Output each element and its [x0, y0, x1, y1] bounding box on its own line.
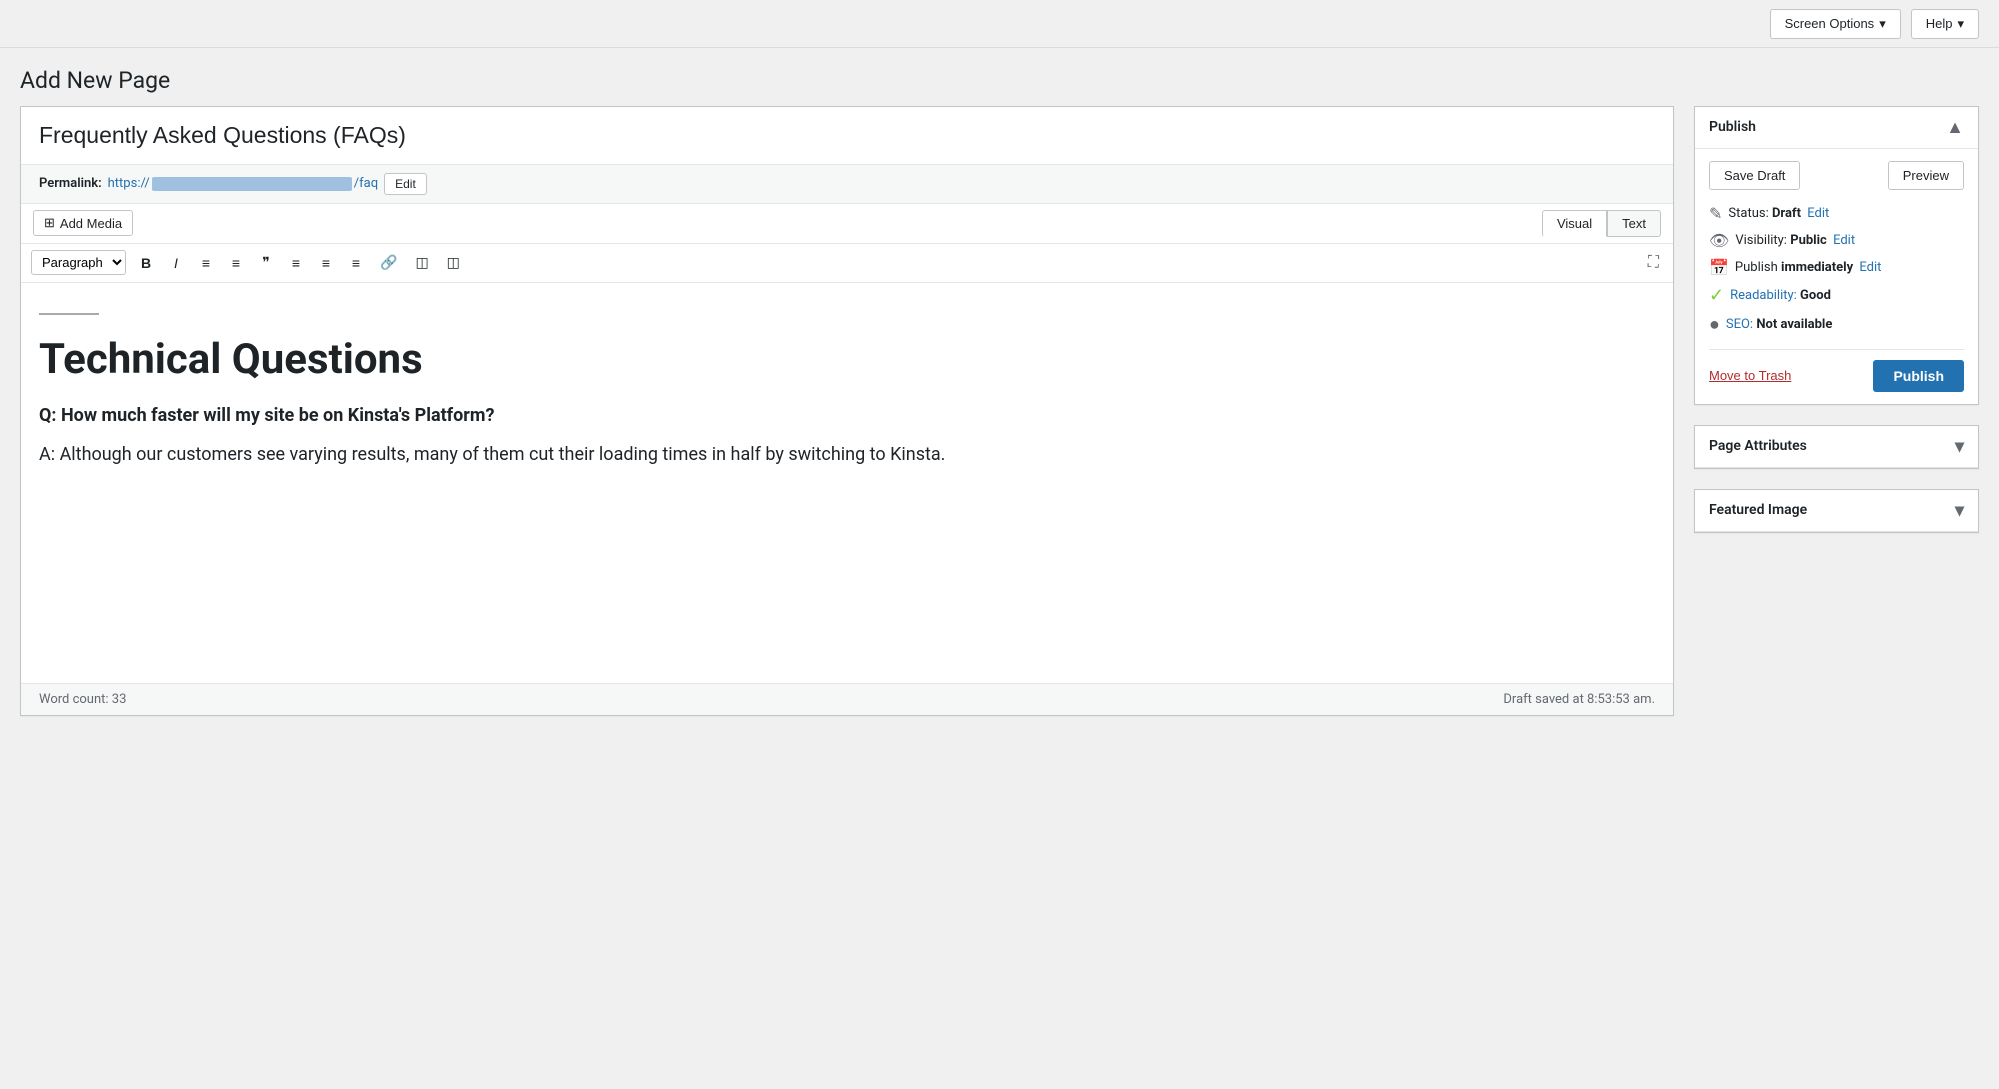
- status-value: Draft: [1772, 206, 1801, 221]
- screen-options-label: Screen Options: [1785, 16, 1875, 31]
- readability-value: Good: [1800, 288, 1831, 303]
- permalink-edit-button[interactable]: Edit: [384, 173, 427, 195]
- word-count: Word count: 33: [39, 692, 126, 707]
- page-title: Add New Page: [20, 66, 1979, 96]
- editor-content[interactable]: Technical Questions Q: How much faster w…: [21, 283, 1673, 683]
- fullscreen-button[interactable]: ⛶: [1644, 250, 1663, 276]
- link-button[interactable]: 🔗: [372, 249, 405, 277]
- publish-immediately-value: immediately: [1781, 260, 1853, 275]
- bold-button[interactable]: B: [132, 249, 160, 277]
- content-question: Q: How much faster will my site be on Ki…: [39, 405, 1655, 426]
- publish-actions-row: Save Draft Preview: [1709, 161, 1964, 190]
- permalink-label: Permalink:: [39, 176, 102, 191]
- publish-bottom-row: Move to Trash Publish: [1709, 349, 1964, 392]
- page-attributes-panel: Page Attributes ▾: [1694, 425, 1979, 469]
- featured-image-panel: Featured Image ▾: [1694, 489, 1979, 533]
- publish-panel-chevron: ▲: [1946, 117, 1964, 138]
- kitchen-sink-button[interactable]: ◫: [439, 249, 468, 277]
- publish-time-edit-link[interactable]: Edit: [1859, 260, 1881, 275]
- align-right-button[interactable]: ≡: [342, 249, 370, 277]
- seo-value: Not available: [1756, 317, 1832, 332]
- status-icon: ✎: [1709, 204, 1722, 223]
- visibility-row: 👁 Visibility: Public Edit: [1709, 231, 1964, 250]
- align-center-button[interactable]: ≡: [312, 249, 340, 277]
- page-attributes-chevron: ▾: [1955, 436, 1964, 457]
- chevron-down-icon: ▾: [1957, 16, 1964, 32]
- italic-button[interactable]: I: [162, 249, 190, 277]
- add-media-icon: ⊞: [44, 215, 55, 231]
- editor-footer: Word count: 33 Draft saved at 8:53:53 am…: [21, 683, 1673, 715]
- page-attributes-header[interactable]: Page Attributes ▾: [1695, 426, 1978, 468]
- readability-link[interactable]: Readability:: [1730, 288, 1797, 303]
- publish-panel-header[interactable]: Publish ▲: [1695, 107, 1978, 149]
- main-layout: Permalink: https:///faq Edit ⊞ Add Media…: [0, 106, 1999, 736]
- publish-when-label: Publish: [1735, 260, 1778, 275]
- top-bar: Screen Options ▾ Help ▾: [0, 0, 1999, 48]
- align-left-button[interactable]: ≡: [282, 249, 310, 277]
- visibility-label: Visibility:: [1735, 233, 1787, 248]
- move-to-trash-button[interactable]: Move to Trash: [1709, 368, 1791, 383]
- content-heading: Technical Questions: [39, 335, 1655, 385]
- seo-row: ● SEO: Not available: [1709, 314, 1964, 335]
- seo-icon: ●: [1709, 314, 1720, 335]
- visibility-value: Public: [1790, 233, 1827, 248]
- chevron-down-icon: ▾: [1879, 16, 1886, 32]
- tab-text[interactable]: Text: [1607, 210, 1661, 237]
- calendar-icon: 📅: [1709, 258, 1729, 277]
- save-draft-button[interactable]: Save Draft: [1709, 161, 1800, 190]
- format-select[interactable]: Paragraph: [31, 250, 126, 275]
- status-edit-link[interactable]: Edit: [1807, 206, 1829, 221]
- publish-panel-title: Publish: [1709, 119, 1756, 135]
- editor-area: Permalink: https:///faq Edit ⊞ Add Media…: [20, 106, 1674, 716]
- unordered-list-button[interactable]: ≡: [192, 249, 220, 277]
- visibility-edit-link[interactable]: Edit: [1833, 233, 1855, 248]
- permalink-bar: Permalink: https:///faq Edit: [21, 165, 1673, 204]
- blockquote-button[interactable]: ❞: [252, 249, 280, 277]
- draft-saved-status: Draft saved at 8:53:53 am.: [1503, 692, 1655, 707]
- status-label: Status:: [1728, 206, 1768, 221]
- editor-toolbar-top: ⊞ Add Media Visual Text: [21, 204, 1673, 244]
- blurred-url: [152, 177, 352, 191]
- publish-panel-body: Save Draft Preview ✎ Status: Draft Edit …: [1695, 149, 1978, 404]
- featured-image-chevron: ▾: [1955, 500, 1964, 521]
- tab-visual[interactable]: Visual: [1542, 210, 1607, 237]
- featured-image-header[interactable]: Featured Image ▾: [1695, 490, 1978, 532]
- visual-text-tabs: Visual Text: [1542, 210, 1661, 237]
- sidebar: Publish ▲ Save Draft Preview ✎ Status: D…: [1694, 106, 1979, 553]
- add-media-button[interactable]: ⊞ Add Media: [33, 210, 133, 236]
- readability-icon: ✓: [1709, 285, 1724, 306]
- preview-button[interactable]: Preview: [1888, 161, 1964, 190]
- help-label: Help: [1926, 16, 1953, 31]
- screen-options-button[interactable]: Screen Options ▾: [1770, 9, 1901, 39]
- publish-time-row: 📅 Publish immediately Edit: [1709, 258, 1964, 277]
- page-title-input[interactable]: [21, 107, 1673, 165]
- readability-row: ✓ Readability: Good: [1709, 285, 1964, 306]
- seo-link[interactable]: SEO:: [1726, 317, 1753, 332]
- page-header: Add New Page: [0, 48, 1999, 106]
- ordered-list-button[interactable]: ≡: [222, 249, 250, 277]
- publish-panel: Publish ▲ Save Draft Preview ✎ Status: D…: [1694, 106, 1979, 405]
- content-divider: [39, 313, 99, 315]
- format-toolbar: Paragraph B I ≡ ≡ ❞ ≡ ≡ ≡ 🔗 ◫ ◫ ⛶: [21, 244, 1673, 283]
- visibility-icon: 👁: [1709, 231, 1729, 250]
- help-button[interactable]: Help ▾: [1911, 9, 1979, 39]
- permalink-url: https:///faq: [108, 176, 378, 191]
- page-attributes-title: Page Attributes: [1709, 438, 1807, 454]
- publish-button[interactable]: Publish: [1873, 360, 1964, 392]
- content-answer: A: Although our customers see varying re…: [39, 440, 1655, 471]
- featured-image-title: Featured Image: [1709, 502, 1807, 518]
- insert-table-button[interactable]: ◫: [407, 249, 436, 277]
- status-row: ✎ Status: Draft Edit: [1709, 204, 1964, 223]
- add-media-label: Add Media: [60, 216, 122, 231]
